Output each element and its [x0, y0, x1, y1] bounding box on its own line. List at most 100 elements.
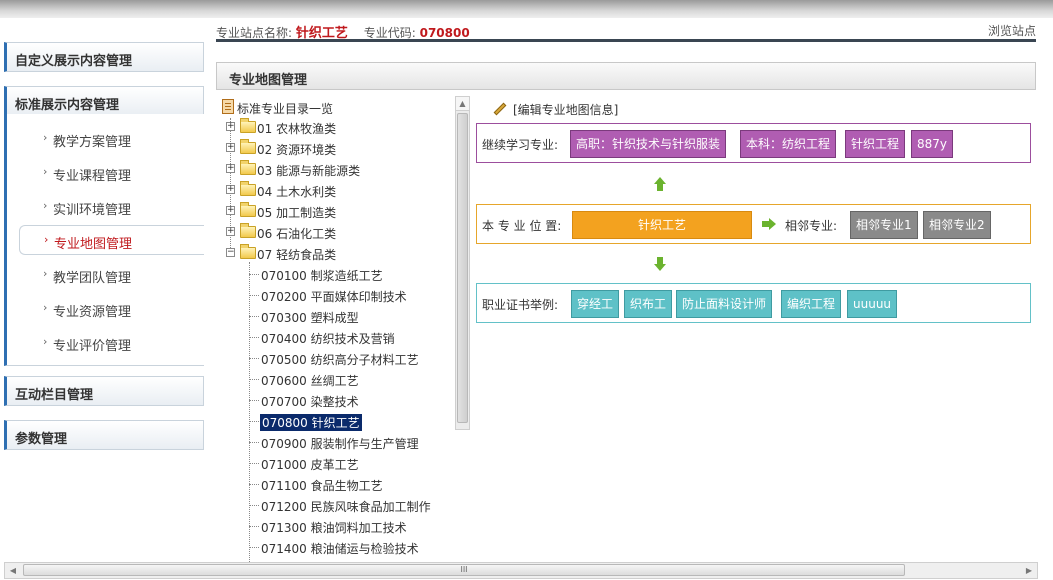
adjacent-label: 相邻专业:	[785, 219, 838, 233]
sidebar-item-resources[interactable]: › 专业资源管理	[3, 294, 203, 324]
tree-leaf-label: 070500 纺织高分子材料工艺	[261, 353, 419, 367]
chevron-right-icon: ›	[43, 165, 48, 178]
sidebar: 自定义展示内容管理 标准展示内容管理 › 教学方案管理 › 专业课程管理 › 实训环境…	[0, 18, 205, 563]
tree-leaf-label: 071200 民族风味食品加工制作	[261, 500, 431, 514]
tree-leaf-label: 071400 粮油储运与检验技术	[261, 542, 419, 556]
sidebar-item-label: 实训环境管理	[53, 203, 132, 218]
certificate-label: 职业证书举例:	[482, 298, 559, 312]
tree-connector	[249, 262, 250, 566]
expand-icon[interactable]: +	[226, 164, 235, 173]
certificate-chip[interactable]: 编织工程	[781, 290, 842, 318]
chevron-right-icon: ›	[43, 199, 48, 212]
chevron-right-icon: ›	[44, 233, 49, 246]
tree-leaf-label: 070200 平面媒体印制技术	[261, 290, 407, 304]
sidebar-group-parameters[interactable]: 参数管理	[4, 420, 204, 450]
expand-icon[interactable]: +	[226, 227, 235, 236]
folder-icon	[240, 202, 256, 217]
arrow-down-icon	[654, 257, 666, 271]
certificate-chip[interactable]: 织布工	[624, 290, 673, 318]
site-name-label: 专业站点名称:	[216, 26, 293, 40]
sidebar-item-major-map[interactable]: › 专业地图管理	[19, 225, 204, 255]
continue-study-chip[interactable]: 本科：纺织工程	[740, 130, 837, 158]
folder-icon	[240, 139, 256, 154]
adjacent-major-chip[interactable]: 相邻专业1	[850, 211, 918, 239]
adjacent-major-chip[interactable]: 相邻专业2	[923, 211, 991, 239]
scroll-left-icon[interactable]: ◀	[5, 563, 21, 578]
scrollbar-grip: III	[460, 565, 468, 574]
tree-folder-label: 02 资源环境类	[257, 143, 337, 157]
scroll-right-icon[interactable]: ▶	[1021, 563, 1037, 578]
arrow-right-icon	[762, 218, 776, 230]
continue-study-label: 继续学习专业:	[482, 138, 559, 152]
sidebar-item-label: 教学方案管理	[53, 135, 132, 150]
tree-folder-label: 04 土木水利类	[257, 185, 337, 199]
expand-icon[interactable]: +	[226, 185, 235, 194]
tree-root-label: 标准专业目录一览	[237, 102, 334, 116]
chevron-right-icon: ›	[43, 335, 48, 348]
folder-open-icon	[240, 244, 256, 259]
panel-title: 专业地图管理	[216, 62, 1036, 90]
chevron-right-icon: ›	[43, 267, 48, 280]
sidebar-item-evaluation[interactable]: › 专业评价管理	[3, 328, 203, 358]
tree-folder-label: 03 能源与新能源类	[257, 164, 361, 178]
expand-icon[interactable]: +	[226, 122, 235, 131]
certificate-chip[interactable]: uuuuu	[847, 290, 898, 318]
tree-leaf-label: 070600 丝绸工艺	[261, 374, 359, 388]
certificate-box: 职业证书举例: 穿经工 织布工 防止面料设计师 编织工程 uuuuu	[476, 283, 1031, 323]
major-code-label: 专业代码:	[363, 26, 416, 40]
sidebar-item-label: 专业课程管理	[53, 169, 132, 184]
folder-icon	[240, 118, 256, 133]
folder-icon	[240, 223, 256, 238]
scrollbar-thumb[interactable]: III	[23, 564, 905, 576]
sidebar-item-courses[interactable]: › 专业课程管理	[3, 158, 203, 188]
sidebar-item-label: 专业评价管理	[53, 339, 132, 354]
chevron-right-icon: ›	[43, 131, 48, 144]
folder-icon	[240, 181, 256, 196]
folder-icon	[240, 160, 256, 175]
tree-folder-label: 01 农林牧渔类	[257, 122, 337, 136]
tree-leaf-label: 070100 制浆造纸工艺	[261, 269, 383, 283]
certificate-chip[interactable]: 防止面料设计师	[676, 290, 773, 318]
tree-scrollbar[interactable]: ▲	[455, 96, 470, 430]
position-box: 本 专 业 位 置: 针织工艺 相邻专业: 相邻专业1 相邻专业2	[476, 204, 1031, 244]
sidebar-group-standard-content[interactable]: 标准展示内容管理	[4, 86, 204, 116]
tree-leaf-label: 070400 纺织技术及营销	[261, 332, 395, 346]
arrow-up-icon	[654, 177, 666, 191]
continue-study-box: 继续学习专业: 高职：针织技术与针织服装 本科：纺织工程 针织工程 887y	[476, 123, 1031, 163]
site-info-bar: 专业站点名称: 针织工艺 专业代码: 070800 浏览站点	[216, 22, 1036, 42]
position-label: 本 专 业 位 置:	[482, 219, 562, 233]
edit-map-link[interactable]: [编辑专业地图信息]	[493, 101, 618, 118]
site-name-value: 针织工艺	[295, 26, 348, 41]
continue-study-chip[interactable]: 887y	[911, 130, 954, 158]
browse-site-link[interactable]: 浏览站点	[988, 22, 1036, 39]
major-code-value: 070800	[419, 26, 470, 40]
scrollbar-thumb[interactable]	[457, 113, 468, 423]
major-catalog-tree: 标准专业目录一览 + 01 农林牧渔类 + 02 资源环境类 + 03 能源与新…	[222, 96, 457, 566]
expand-icon[interactable]: +	[226, 206, 235, 215]
sidebar-group-interactive[interactable]: 互动栏目管理	[4, 376, 204, 406]
chevron-right-icon: ›	[43, 301, 48, 314]
tree-folder-label: 05 加工制造类	[257, 206, 337, 220]
sidebar-item-teaching-plan[interactable]: › 教学方案管理	[3, 124, 203, 154]
tree-leaf-label: 071000 皮革工艺	[261, 458, 359, 472]
sidebar-item-teaching-team[interactable]: › 教学团队管理	[3, 260, 203, 290]
current-major-chip[interactable]: 针织工艺	[572, 211, 752, 239]
tree-leaf-label: 070300 塑料成型	[261, 311, 359, 325]
sidebar-item-label: 专业资源管理	[53, 305, 132, 320]
horizontal-scrollbar[interactable]: ◀ III ▶	[4, 562, 1038, 579]
tree-leaf-label: 071300 粮油饲料加工技术	[261, 521, 407, 535]
tree-folder-label: 06 石油化工类	[257, 227, 337, 241]
sidebar-group-custom-content[interactable]: 自定义展示内容管理	[4, 42, 204, 72]
certificate-chip[interactable]: 穿经工	[571, 290, 620, 318]
sidebar-item-training-env[interactable]: › 实训环境管理	[3, 192, 203, 222]
scroll-up-icon[interactable]: ▲	[456, 97, 469, 111]
window-top-bar	[0, 0, 1053, 18]
expand-icon[interactable]: +	[226, 143, 235, 152]
tree-folder-label: 07 轻纺食品类	[257, 248, 337, 262]
tree-leaf-label: 070800 针织工艺	[260, 414, 362, 431]
collapse-icon[interactable]: −	[226, 248, 235, 257]
continue-study-chip[interactable]: 高职：针织技术与针织服装	[570, 130, 727, 158]
tree-leaf-label: 071100 食品生物工艺	[261, 479, 383, 493]
pencil-icon	[493, 102, 507, 115]
continue-study-chip[interactable]: 针织工程	[845, 130, 906, 158]
